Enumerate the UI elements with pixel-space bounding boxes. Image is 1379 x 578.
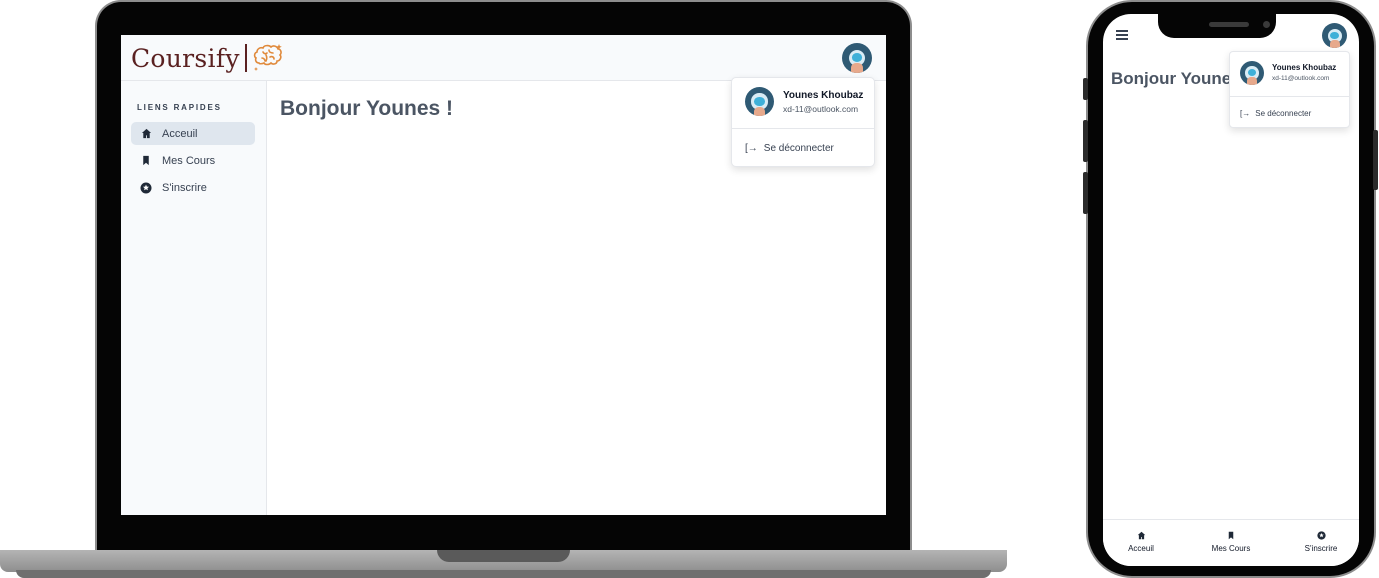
sidebar-item-label: Acceuil bbox=[162, 127, 198, 140]
logout-label: Se déconnecter bbox=[763, 143, 834, 154]
bottom-nav-label: S'inscrire bbox=[1304, 544, 1338, 553]
phone-screen: Bonjour Younes ! Younes Khoubaz xd-11@ou… bbox=[1103, 14, 1359, 566]
bottom-nav-sinscrire[interactable]: S'inscrire bbox=[1291, 531, 1351, 553]
app-header: Coursify bbox=[121, 35, 886, 81]
phone-speaker bbox=[1209, 22, 1249, 27]
bottom-nav-label: Acceuil bbox=[1128, 544, 1154, 553]
page-title: Bonjour Younes ! bbox=[280, 97, 454, 120]
sidebar-title: LIENS RAPIDES bbox=[137, 103, 222, 112]
avatar bbox=[1240, 61, 1264, 85]
divider bbox=[1230, 96, 1349, 97]
laptop-screen: Coursify LIENS RAPIDES Acceuil Mes Cours… bbox=[121, 35, 886, 515]
bottom-nav-label: Mes Cours bbox=[1211, 544, 1251, 553]
user-avatar-button[interactable] bbox=[1322, 23, 1347, 48]
user-email: xd-11@outlook.com bbox=[1272, 75, 1330, 82]
bottom-nav: Acceuil Mes Cours S'inscrire bbox=[1103, 519, 1359, 566]
bookmark-icon bbox=[140, 155, 152, 167]
phone-side-button bbox=[1373, 130, 1378, 190]
logout-button[interactable]: [→ Se déconnecter bbox=[745, 143, 834, 154]
sidebar-item-sinscrire[interactable]: S'inscrire bbox=[131, 176, 255, 199]
user-dropdown-menu: Younes Khoubaz xd-11@outlook.com [→ Se d… bbox=[731, 77, 875, 167]
brain-icon bbox=[253, 44, 282, 71]
bottom-nav-acceuil[interactable]: Acceuil bbox=[1111, 531, 1171, 553]
star-circle-icon bbox=[1316, 531, 1326, 542]
bookmark-icon bbox=[1227, 531, 1235, 542]
laptop-opening-notch bbox=[437, 550, 570, 562]
user-email: xd-11@outlook.com bbox=[783, 104, 859, 114]
sidebar-item-acceuil[interactable]: Acceuil bbox=[131, 122, 255, 145]
sidebar-item-label: Mes Cours bbox=[162, 154, 216, 167]
sidebar-item-label: S'inscrire bbox=[162, 181, 207, 194]
phone-camera bbox=[1263, 21, 1270, 28]
brand-logo[interactable]: Coursify bbox=[131, 40, 285, 76]
home-icon bbox=[1137, 531, 1146, 542]
phone-side-button bbox=[1083, 78, 1088, 100]
bottom-nav-mes-cours[interactable]: Mes Cours bbox=[1201, 531, 1261, 553]
phone-side-button bbox=[1083, 172, 1088, 214]
device-mockups: Coursify LIENS RAPIDES Acceuil Mes Cours… bbox=[0, 0, 1379, 578]
user-dropdown-menu: Younes Khoubaz xd-11@outlook.com [→ Se d… bbox=[1229, 51, 1350, 128]
phone-side-button bbox=[1083, 120, 1088, 162]
sidebar-item-mes-cours[interactable]: Mes Cours bbox=[131, 149, 255, 172]
star-circle-icon bbox=[140, 182, 152, 194]
sidebar: LIENS RAPIDES Acceuil Mes Cours S'inscri… bbox=[121, 81, 267, 515]
logout-button[interactable]: [→ Se déconnecter bbox=[1240, 109, 1311, 118]
logout-icon: [→ bbox=[1240, 109, 1251, 118]
logout-icon: [→ bbox=[745, 143, 758, 154]
avatar bbox=[745, 87, 774, 116]
hamburger-icon[interactable] bbox=[1116, 30, 1130, 40]
logout-label: Se déconnecter bbox=[1255, 109, 1312, 118]
divider bbox=[732, 128, 874, 129]
logo-separator bbox=[244, 44, 247, 72]
brand-name: Coursify bbox=[131, 43, 240, 73]
home-icon bbox=[140, 128, 152, 140]
user-name: Younes Khoubaz bbox=[783, 90, 864, 101]
user-avatar-button[interactable] bbox=[842, 43, 872, 73]
laptop-base-edge bbox=[16, 570, 991, 578]
user-name: Younes Khoubaz bbox=[1272, 63, 1337, 72]
